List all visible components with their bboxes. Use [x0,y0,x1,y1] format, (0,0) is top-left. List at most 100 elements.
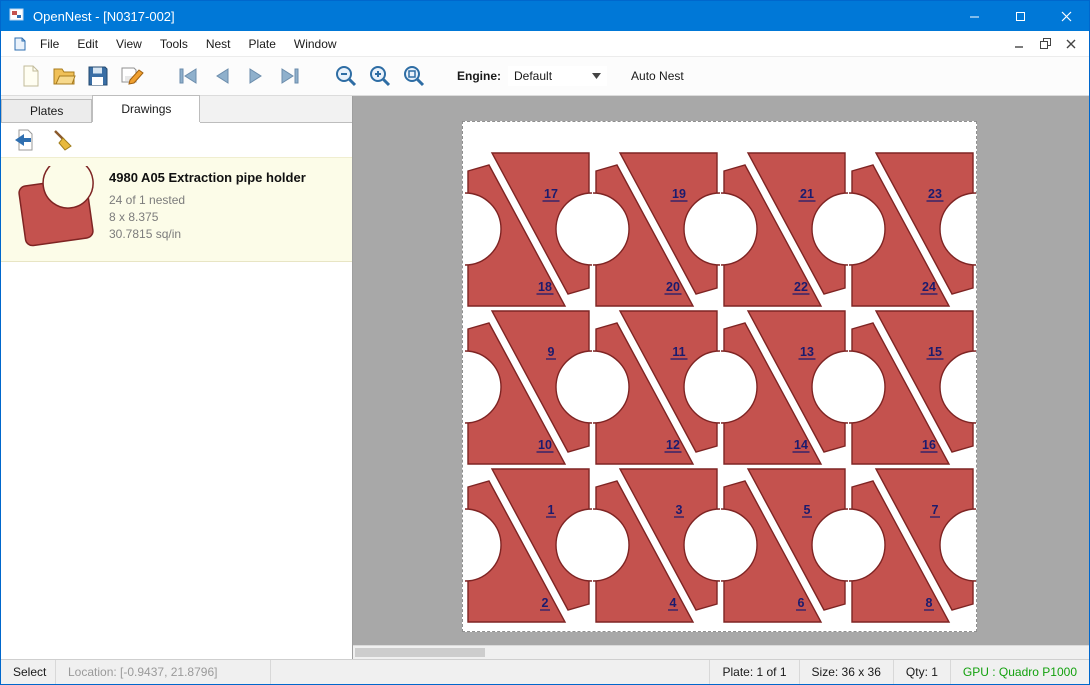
nested-part-pair[interactable]: 56 [721,467,848,624]
clear-button[interactable] [49,126,77,154]
import-icon [11,128,35,152]
save-icon [86,64,110,88]
status-qty: Qty: 1 [893,660,950,684]
nested-part-pair[interactable]: 9 10 [465,309,592,466]
scrollbar-thumb[interactable] [355,648,485,657]
menu-item-view[interactable]: View [107,32,151,56]
horizontal-scrollbar[interactable] [353,645,1089,659]
svg-text:10: 10 [538,438,552,452]
zoom-fit-icon [402,64,426,88]
nested-part-pair[interactable]: 2122 [721,151,848,308]
open-button[interactable] [47,60,81,92]
svg-text:3: 3 [676,503,683,517]
svg-text:13: 13 [800,345,814,359]
svg-text:8: 8 [926,596,933,610]
minimize-button[interactable] [951,1,997,31]
svg-text:20: 20 [666,280,680,294]
go-previous-button[interactable] [205,60,239,92]
go-last-icon [278,64,302,88]
new-button[interactable] [13,60,47,92]
navigation-tool-group [171,60,307,92]
zoom-fit-button[interactable] [397,60,431,92]
nested-part-pair[interactable]: 12 [465,467,592,624]
menu-item-nest[interactable]: Nest [197,32,240,56]
menu-item-tools[interactable]: Tools [151,32,197,56]
svg-text:21: 21 [800,187,814,201]
status-mode: Select [1,660,56,684]
zoom-out-icon [334,64,358,88]
nesting-canvas[interactable]: 171819202122232491011121314151612345678 [353,96,1089,659]
nested-part-pair[interactable]: 1516 [849,309,976,466]
open-icon [52,64,76,88]
save-button[interactable] [81,60,115,92]
main-content: Plates Drawings [1,96,1089,659]
status-bar: Select Location: [-0.9437, 21.8796] Plat… [1,659,1089,684]
svg-text:17: 17 [544,187,558,201]
engine-select[interactable]: Default [508,66,607,86]
engine-selected-value: Default [514,69,552,83]
menu-item-window[interactable]: Window [285,32,346,56]
menu-bar: File Edit View Tools Nest Plate Window [1,31,1089,57]
engine-label: Engine: [457,69,501,83]
menu-item-plate[interactable]: Plate [240,32,285,56]
svg-text:5: 5 [804,503,811,517]
tab-plates[interactable]: Plates [1,99,92,122]
document-icon[interactable] [9,37,31,51]
drawing-info: 4980 A05 Extraction pipe holder 24 of 1 … [109,166,306,251]
save-as-icon [120,64,144,88]
tab-drawings[interactable]: Drawings [92,95,200,122]
app-window: OpenNest - [N0317-002] File Edit View To… [0,0,1090,685]
status-location: Location: [-0.9437, 21.8796] [56,660,271,684]
panel-tabs: Plates Drawings [1,96,352,123]
window-title: OpenNest - [N0317-002] [33,9,175,24]
svg-text:23: 23 [928,187,942,201]
clear-icon [51,128,75,152]
mdi-minimize-button[interactable] [1011,36,1027,52]
mdi-restore-button[interactable] [1037,36,1053,52]
save-as-button[interactable] [115,60,149,92]
drawing-size: 8 x 8.375 [109,209,306,226]
go-first-icon [176,64,200,88]
svg-text:19: 19 [672,187,686,201]
zoom-in-button[interactable] [363,60,397,92]
nested-part-pair[interactable]: 78 [849,467,976,624]
menu-item-edit[interactable]: Edit [68,32,107,56]
go-first-button[interactable] [171,60,205,92]
svg-text:7: 7 [932,503,939,517]
close-button[interactable] [1043,1,1089,31]
svg-text:9: 9 [548,345,555,359]
drawing-title: 4980 A05 Extraction pipe holder [109,170,306,185]
import-button[interactable] [9,126,37,154]
mdi-close-button[interactable] [1063,36,1079,52]
dropdown-caret-icon [592,73,601,79]
nested-part-pair[interactable]: 1920 [593,151,720,308]
menu-item-file[interactable]: File [31,32,68,56]
svg-text:14: 14 [794,438,808,452]
go-last-button[interactable] [273,60,307,92]
maximize-button[interactable] [997,1,1043,31]
nested-part-pair[interactable]: 1112 [593,309,720,466]
title-bar: OpenNest - [N0317-002] [1,1,1089,31]
zoom-tool-group [329,60,431,92]
left-panel: Plates Drawings [1,96,353,659]
status-gpu: GPU : Quadro P1000 [950,660,1089,684]
drawing-list-item[interactable]: 4980 A05 Extraction pipe holder 24 of 1 … [1,157,352,262]
nested-part-pair[interactable]: 34 [593,467,720,624]
nested-part-pair[interactable]: 23 24 [849,151,976,308]
drawing-area: 30.7815 sq/in [109,226,306,243]
go-next-button[interactable] [239,60,273,92]
drawing-thumbnail [9,166,101,251]
auto-nest-button[interactable]: Auto Nest [625,65,690,87]
zoom-out-button[interactable] [329,60,363,92]
svg-text:11: 11 [672,345,685,359]
zoom-in-icon [368,64,392,88]
nested-part-pair[interactable]: 13 14 [721,309,848,466]
file-tool-group [13,60,149,92]
status-spacer [271,660,709,684]
window-controls [951,1,1089,31]
status-size: Size: 36 x 36 [799,660,893,684]
mdi-window-controls [1011,36,1089,52]
svg-text:24: 24 [922,280,936,294]
nested-part-pair[interactable]: 1718 [465,151,592,308]
svg-text:15: 15 [928,345,942,359]
